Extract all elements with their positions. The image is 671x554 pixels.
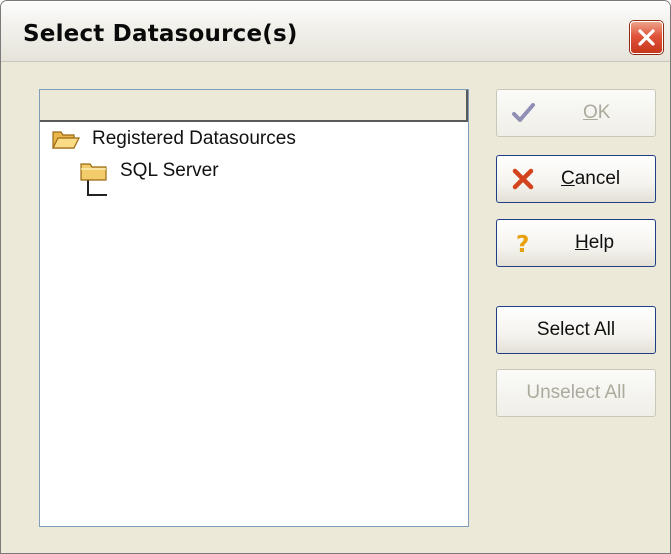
question-mark-icon: ? [516, 232, 529, 255]
ok-label-rest: K [597, 102, 611, 123]
ok-label: OK [583, 102, 647, 124]
help-label-rest: elp [588, 232, 615, 253]
cancel-label: Cancel [561, 168, 647, 190]
folder-icon [80, 163, 107, 181]
dialog-title: Select Datasource(s) [23, 21, 298, 47]
red-x-icon [512, 168, 534, 190]
datasource-tree[interactable]: Registered Datasources SQL Server [39, 89, 469, 527]
select-all-button[interactable]: Select All [496, 306, 656, 354]
cancel-button[interactable]: Cancel [496, 155, 656, 203]
tree-node-label: Registered Datasources [92, 128, 296, 149]
svg-text:?: ? [516, 232, 529, 255]
help-label: Help [575, 232, 647, 254]
ok-mnemonic: O [583, 102, 598, 123]
close-button[interactable] [630, 21, 663, 54]
unselect-all-label: Unselect All [526, 382, 626, 403]
help-mnemonic: H [575, 232, 589, 253]
select-all-label: Select All [536, 319, 616, 340]
close-icon [638, 29, 655, 46]
folder-open-icon [52, 131, 80, 149]
cancel-mnemonic: C [561, 168, 575, 189]
tree-header [40, 90, 468, 122]
title-bar[interactable]: Select Datasource(s) [1, 1, 670, 62]
dialog-window: Select Datasource(s) Registered Datasour… [0, 0, 671, 554]
tree-node-sql-server[interactable]: SQL Server [80, 158, 219, 184]
checkmark-icon [512, 103, 535, 122]
help-button[interactable]: ? Help [496, 219, 656, 267]
unselect-all-button[interactable]: Unselect All [496, 369, 656, 417]
cancel-label-rest: ancel [574, 168, 621, 189]
tree-node-registered-datasources[interactable]: Registered Datasources [52, 126, 296, 152]
tree-node-label: SQL Server [120, 160, 219, 181]
ok-button[interactable]: OK [496, 89, 656, 137]
